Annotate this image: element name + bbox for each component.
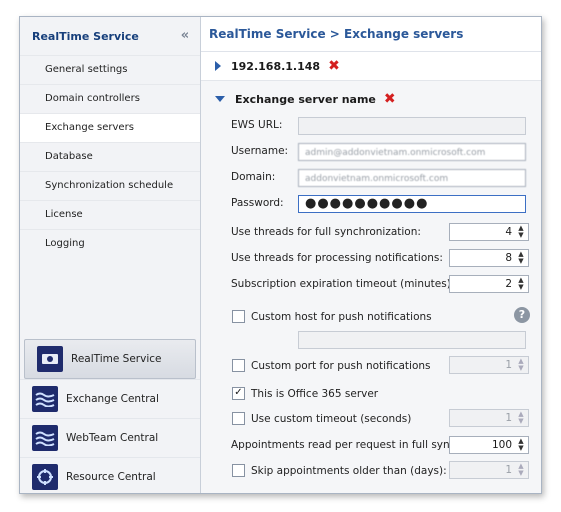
threads-notif-label: Use threads for processing notifications… — [231, 252, 443, 264]
password-label: Password: — [231, 197, 284, 209]
threads-notif-stepper[interactable]: 8 ▲ ▼ — [449, 249, 529, 267]
appointments-stepper[interactable]: 100 ▲ ▼ — [449, 436, 529, 454]
stepper-arrows-icon[interactable]: ▲ ▼ — [516, 358, 526, 372]
custom-timeout-value: 1 — [505, 412, 512, 424]
custom-timeout-stepper[interactable]: 1 ▲ ▼ — [449, 409, 529, 427]
stepper-arrows-icon[interactable]: ▲ ▼ — [516, 463, 526, 477]
password-field[interactable]: ●●●●●●●●●● — [298, 195, 526, 213]
skip-checkbox[interactable] — [232, 464, 245, 477]
main-panel: RealTime Service > Exchange servers 192.… — [201, 17, 541, 493]
app-window: RealTime Service « General settings Doma… — [19, 16, 542, 494]
custom-host-field[interactable] — [298, 331, 526, 349]
collapse-icon[interactable]: « — [176, 27, 194, 45]
custom-port-value: 1 — [505, 359, 512, 371]
threads-full-label: Use threads for full synchronization: — [231, 226, 421, 238]
appointments-label: Appointments read per request in full sy… — [231, 439, 459, 451]
sidebar-item-logging[interactable]: Logging — [20, 229, 200, 258]
section-title: Exchange server name — [235, 92, 376, 106]
skip-value: 1 — [505, 464, 512, 476]
custom-port-stepper[interactable]: 1 ▲ ▼ — [449, 356, 529, 374]
app-label: WebTeam Central — [66, 432, 159, 444]
custom-timeout-checkbox[interactable] — [232, 412, 245, 425]
threads-full-value: 4 — [505, 226, 512, 238]
stepper-arrows-icon[interactable]: ▲ ▼ — [516, 277, 526, 291]
delete-server-icon[interactable]: ✖ — [328, 58, 340, 74]
domain-field[interactable]: addonvietnam.onmicrosoft.com — [298, 169, 526, 187]
stepper-arrows-icon[interactable]: ▲ ▼ — [516, 438, 526, 452]
sidebar-title: RealTime Service — [32, 29, 139, 43]
sidebar: RealTime Service « General settings Doma… — [20, 17, 201, 493]
username-label: Username: — [231, 145, 289, 157]
custom-timeout-label: Use custom timeout (seconds) — [251, 412, 412, 425]
webteam-central-icon — [32, 425, 58, 451]
custom-host-checkbox-row[interactable]: Custom host for push notifications — [232, 310, 432, 323]
sidebar-item-synchronization-schedule[interactable]: Synchronization schedule — [20, 171, 200, 200]
app-switcher: RealTime Service Exchange Central WebTea… — [20, 339, 200, 493]
realtime-service-icon — [37, 346, 63, 372]
app-resource-central[interactable]: Resource Central — [20, 457, 200, 493]
ews-url-label: EWS URL: — [231, 119, 283, 131]
sidebar-item-database[interactable]: Database — [20, 142, 200, 171]
appointments-value: 100 — [491, 439, 512, 451]
expand-icon[interactable] — [215, 61, 221, 71]
custom-timeout-checkbox-row[interactable]: Use custom timeout (seconds) — [232, 412, 411, 425]
sidebar-item-license[interactable]: License — [20, 200, 200, 229]
skip-label: Skip appointments older than (days): — [251, 464, 447, 477]
collapse-section-icon[interactable] — [215, 96, 225, 102]
app-label: Resource Central — [66, 471, 156, 483]
sidebar-nav: General settings Domain controllers Exch… — [20, 55, 200, 258]
sidebar-item-exchange-servers[interactable]: Exchange servers — [20, 113, 200, 142]
server-row[interactable]: 192.168.1.148 ✖ — [201, 52, 541, 81]
app-exchange-central[interactable]: Exchange Central — [20, 379, 200, 418]
delete-section-icon[interactable]: ✖ — [384, 91, 396, 107]
exchange-central-icon — [32, 386, 58, 412]
skip-checkbox-row[interactable]: Skip appointments older than (days): — [232, 464, 447, 477]
office365-checkbox-row[interactable]: ✓ This is Office 365 server — [232, 387, 378, 400]
app-webteam-central[interactable]: WebTeam Central — [20, 418, 200, 457]
sidebar-item-domain-controllers[interactable]: Domain controllers — [20, 84, 200, 113]
custom-host-checkbox[interactable] — [232, 310, 245, 323]
custom-port-checkbox-row[interactable]: Custom port for push notifications — [232, 359, 431, 372]
custom-port-label: Custom port for push notifications — [251, 359, 431, 372]
sidebar-header: RealTime Service « — [20, 17, 200, 55]
skip-stepper[interactable]: 1 ▲ ▼ — [449, 461, 529, 479]
threads-full-stepper[interactable]: 4 ▲ ▼ — [449, 223, 529, 241]
domain-label: Domain: — [231, 171, 276, 183]
sidebar-item-general-settings[interactable]: General settings — [20, 55, 200, 84]
breadcrumb: RealTime Service > Exchange servers — [201, 17, 541, 52]
sub-timeout-label: Subscription expiration timeout (minutes… — [231, 278, 455, 290]
sub-timeout-stepper[interactable]: 2 ▲ ▼ — [449, 275, 529, 293]
exchange-server-section-header[interactable]: Exchange server name ✖ — [201, 81, 541, 117]
custom-host-label: Custom host for push notifications — [251, 310, 432, 323]
ews-url-field[interactable] — [298, 117, 526, 135]
help-icon[interactable]: ? — [514, 307, 530, 323]
sub-timeout-value: 2 — [505, 278, 512, 290]
app-realtime-service[interactable]: RealTime Service — [24, 339, 196, 379]
app-label: Exchange Central — [66, 393, 159, 405]
server-name: 192.168.1.148 — [231, 59, 321, 73]
username-field[interactable]: admin@addonvietnam.onmicrosoft.com — [298, 143, 526, 161]
custom-port-checkbox[interactable] — [232, 359, 245, 372]
threads-notif-value: 8 — [505, 252, 512, 264]
app-label: RealTime Service — [71, 353, 162, 365]
stepper-arrows-icon[interactable]: ▲ ▼ — [516, 251, 526, 265]
office365-checkbox[interactable]: ✓ — [232, 387, 245, 400]
office365-label: This is Office 365 server — [251, 387, 379, 400]
stepper-arrows-icon[interactable]: ▲ ▼ — [516, 225, 526, 239]
resource-central-icon — [32, 464, 58, 490]
stepper-arrows-icon[interactable]: ▲ ▼ — [516, 411, 526, 425]
